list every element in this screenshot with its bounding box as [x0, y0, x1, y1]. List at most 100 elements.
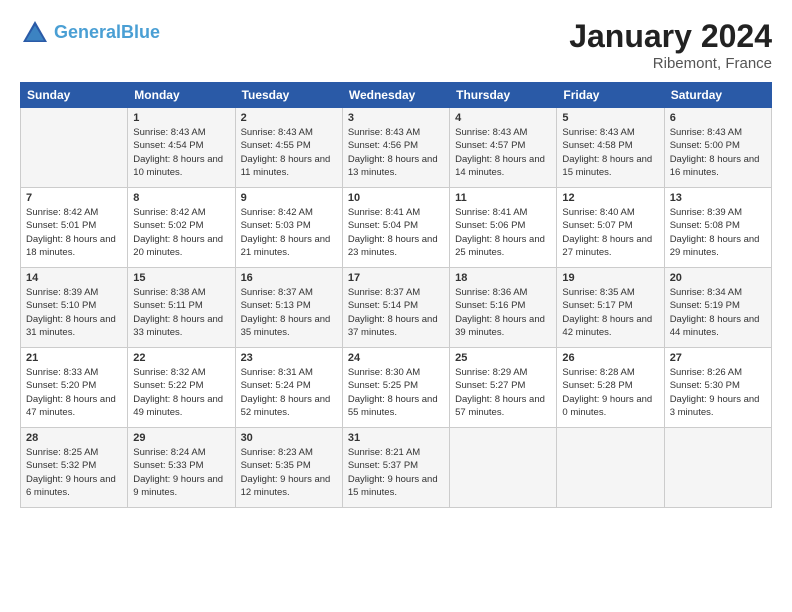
- day-info: Sunrise: 8:32 AMSunset: 5:22 PMDaylight:…: [133, 366, 229, 419]
- day-number: 19: [562, 272, 658, 284]
- page: GeneralBlue January 2024 Ribemont, Franc…: [0, 0, 792, 518]
- calendar-cell: [557, 428, 664, 508]
- day-info: Sunrise: 8:43 AMSunset: 5:00 PMDaylight:…: [670, 126, 766, 179]
- day-info: Sunrise: 8:28 AMSunset: 5:28 PMDaylight:…: [562, 366, 658, 419]
- calendar-cell: 9 Sunrise: 8:42 AMSunset: 5:03 PMDaylight…: [235, 188, 342, 268]
- day-number: 1: [133, 112, 229, 124]
- day-number: 15: [133, 272, 229, 284]
- calendar-cell: 2 Sunrise: 8:43 AMSunset: 4:55 PMDaylight…: [235, 108, 342, 188]
- day-info: Sunrise: 8:23 AMSunset: 5:35 PMDaylight:…: [241, 446, 337, 499]
- day-info: Sunrise: 8:43 AMSunset: 4:55 PMDaylight:…: [241, 126, 337, 179]
- col-saturday: Saturday: [664, 83, 771, 108]
- calendar-week-4: 28 Sunrise: 8:25 AMSunset: 5:32 PMDayligh…: [21, 428, 772, 508]
- calendar-table: Sunday Monday Tuesday Wednesday Thursday…: [20, 82, 772, 508]
- day-number: 14: [26, 272, 122, 284]
- calendar-cell: 29 Sunrise: 8:24 AMSunset: 5:33 PMDayligh…: [128, 428, 235, 508]
- day-number: 16: [241, 272, 337, 284]
- calendar-cell: [664, 428, 771, 508]
- calendar-cell: 25 Sunrise: 8:29 AMSunset: 5:27 PMDayligh…: [450, 348, 557, 428]
- day-info: Sunrise: 8:21 AMSunset: 5:37 PMDaylight:…: [348, 446, 444, 499]
- calendar-cell: 11Sunrise: 8:41 AMSunset: 5:06 PMDayligh…: [450, 188, 557, 268]
- day-number: 11: [455, 192, 551, 204]
- day-number: 31: [348, 432, 444, 444]
- title-block: January 2024 Ribemont, France: [569, 18, 772, 72]
- day-info: Sunrise: 8:41 AMSunset: 5:04 PMDaylight:…: [348, 206, 444, 259]
- calendar-cell: 10 Sunrise: 8:41 AMSunset: 5:04 PMDayligh…: [342, 188, 449, 268]
- day-number: 27: [670, 352, 766, 364]
- day-number: 25: [455, 352, 551, 364]
- calendar-cell: 20 Sunrise: 8:34 AMSunset: 5:19 PMDayligh…: [664, 268, 771, 348]
- day-info: Sunrise: 8:30 AMSunset: 5:25 PMDaylight:…: [348, 366, 444, 419]
- calendar-cell: 3Sunrise: 8:43 AMSunset: 4:56 PMDaylight…: [342, 108, 449, 188]
- logo-text: GeneralBlue: [54, 23, 160, 43]
- day-info: Sunrise: 8:35 AMSunset: 5:17 PMDaylight:…: [562, 286, 658, 339]
- calendar-week-3: 21Sunrise: 8:33 AMSunset: 5:20 PMDayligh…: [21, 348, 772, 428]
- day-info: Sunrise: 8:33 AMSunset: 5:20 PMDaylight:…: [26, 366, 122, 419]
- day-number: 10: [348, 192, 444, 204]
- logo: GeneralBlue: [20, 18, 160, 48]
- day-info: Sunrise: 8:39 AMSunset: 5:10 PMDaylight:…: [26, 286, 122, 339]
- calendar-cell: [450, 428, 557, 508]
- day-info: Sunrise: 8:42 AMSunset: 5:01 PMDaylight:…: [26, 206, 122, 259]
- day-info: Sunrise: 8:34 AMSunset: 5:19 PMDaylight:…: [670, 286, 766, 339]
- calendar-cell: 14 Sunrise: 8:39 AMSunset: 5:10 PMDayligh…: [21, 268, 128, 348]
- calendar-cell: 4 Sunrise: 8:43 AMSunset: 4:57 PMDaylight…: [450, 108, 557, 188]
- day-info: Sunrise: 8:43 AMSunset: 4:54 PMDaylight:…: [133, 126, 229, 179]
- day-number: 26: [562, 352, 658, 364]
- day-info: Sunrise: 8:42 AMSunset: 5:02 PMDaylight:…: [133, 206, 229, 259]
- logo-line2: Blue: [121, 22, 160, 42]
- day-number: 24: [348, 352, 444, 364]
- day-info: Sunrise: 8:24 AMSunset: 5:33 PMDaylight:…: [133, 446, 229, 499]
- calendar-cell: 19 Sunrise: 8:35 AMSunset: 5:17 PMDayligh…: [557, 268, 664, 348]
- day-info: Sunrise: 8:43 AMSunset: 4:57 PMDaylight:…: [455, 126, 551, 179]
- calendar-week-1: 7Sunrise: 8:42 AMSunset: 5:01 PMDaylight…: [21, 188, 772, 268]
- day-number: 30: [241, 432, 337, 444]
- day-number: 9: [241, 192, 337, 204]
- col-monday: Monday: [128, 83, 235, 108]
- calendar-cell: 6 Sunrise: 8:43 AMSunset: 5:00 PMDaylight…: [664, 108, 771, 188]
- calendar-cell: 16 Sunrise: 8:37 AMSunset: 5:13 PMDayligh…: [235, 268, 342, 348]
- col-wednesday: Wednesday: [342, 83, 449, 108]
- day-info: Sunrise: 8:31 AMSunset: 5:24 PMDaylight:…: [241, 366, 337, 419]
- calendar-cell: 31 Sunrise: 8:21 AMSunset: 5:37 PMDayligh…: [342, 428, 449, 508]
- calendar-cell: 23 Sunrise: 8:31 AMSunset: 5:24 PMDayligh…: [235, 348, 342, 428]
- calendar-cell: 12Sunrise: 8:40 AMSunset: 5:07 PMDayligh…: [557, 188, 664, 268]
- day-info: Sunrise: 8:43 AMSunset: 4:58 PMDaylight:…: [562, 126, 658, 179]
- calendar-week-0: 1 Sunrise: 8:43 AMSunset: 4:54 PMDaylight…: [21, 108, 772, 188]
- header: GeneralBlue January 2024 Ribemont, Franc…: [20, 18, 772, 72]
- day-info: Sunrise: 8:26 AMSunset: 5:30 PMDaylight:…: [670, 366, 766, 419]
- day-number: 4: [455, 112, 551, 124]
- day-number: 29: [133, 432, 229, 444]
- header-row: Sunday Monday Tuesday Wednesday Thursday…: [21, 83, 772, 108]
- calendar-cell: 8Sunrise: 8:42 AMSunset: 5:02 PMDaylight…: [128, 188, 235, 268]
- day-info: Sunrise: 8:42 AMSunset: 5:03 PMDaylight:…: [241, 206, 337, 259]
- calendar-cell: 17 Sunrise: 8:37 AMSunset: 5:14 PMDayligh…: [342, 268, 449, 348]
- day-info: Sunrise: 8:37 AMSunset: 5:14 PMDaylight:…: [348, 286, 444, 339]
- col-sunday: Sunday: [21, 83, 128, 108]
- day-info: Sunrise: 8:38 AMSunset: 5:11 PMDaylight:…: [133, 286, 229, 339]
- day-number: 12: [562, 192, 658, 204]
- calendar-cell: 22Sunrise: 8:32 AMSunset: 5:22 PMDayligh…: [128, 348, 235, 428]
- day-info: Sunrise: 8:39 AMSunset: 5:08 PMDaylight:…: [670, 206, 766, 259]
- calendar-cell: 30 Sunrise: 8:23 AMSunset: 5:35 PMDayligh…: [235, 428, 342, 508]
- calendar-cell: 18Sunrise: 8:36 AMSunset: 5:16 PMDayligh…: [450, 268, 557, 348]
- day-number: 17: [348, 272, 444, 284]
- day-number: 28: [26, 432, 122, 444]
- logo-icon: [20, 18, 50, 48]
- day-number: 23: [241, 352, 337, 364]
- calendar-cell: [21, 108, 128, 188]
- day-number: 20: [670, 272, 766, 284]
- calendar-cell: 15 Sunrise: 8:38 AMSunset: 5:11 PMDayligh…: [128, 268, 235, 348]
- calendar-cell: 1 Sunrise: 8:43 AMSunset: 4:54 PMDaylight…: [128, 108, 235, 188]
- day-number: 2: [241, 112, 337, 124]
- calendar-cell: 21Sunrise: 8:33 AMSunset: 5:20 PMDayligh…: [21, 348, 128, 428]
- day-info: Sunrise: 8:25 AMSunset: 5:32 PMDaylight:…: [26, 446, 122, 499]
- day-info: Sunrise: 8:37 AMSunset: 5:13 PMDaylight:…: [241, 286, 337, 339]
- calendar-cell: 24 Sunrise: 8:30 AMSunset: 5:25 PMDayligh…: [342, 348, 449, 428]
- calendar-cell: 26 Sunrise: 8:28 AMSunset: 5:28 PMDayligh…: [557, 348, 664, 428]
- day-info: Sunrise: 8:29 AMSunset: 5:27 PMDaylight:…: [455, 366, 551, 419]
- day-number: 18: [455, 272, 551, 284]
- month-title: January 2024: [569, 18, 772, 55]
- day-number: 13: [670, 192, 766, 204]
- day-number: 6: [670, 112, 766, 124]
